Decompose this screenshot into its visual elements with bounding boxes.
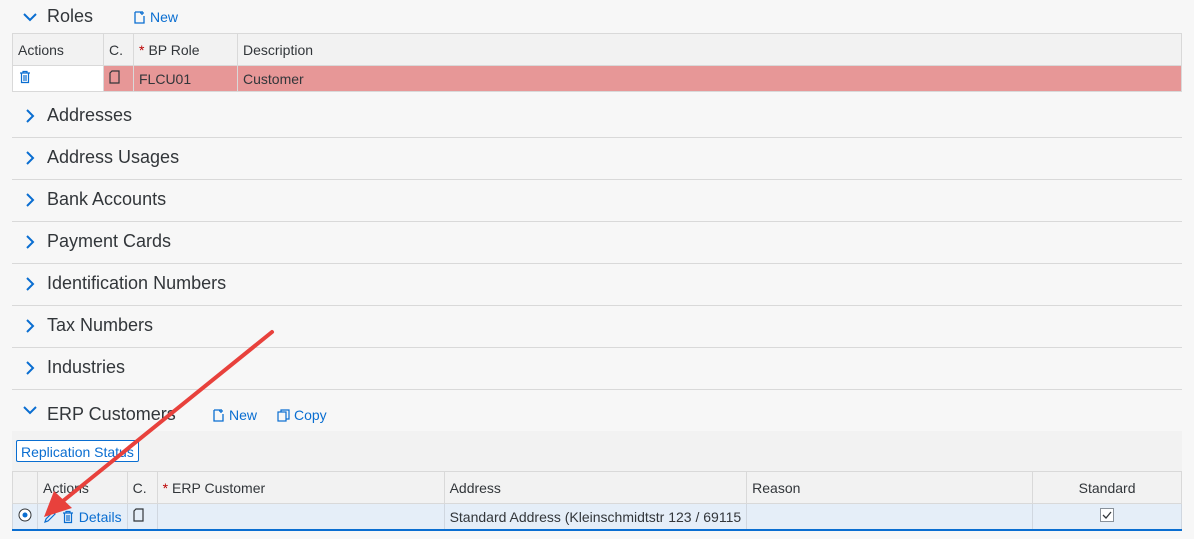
erp-title: ERP Customers: [47, 404, 176, 424]
change-cell: [103, 65, 134, 92]
chevron-right-icon[interactable]: [22, 318, 38, 334]
col-c: C.: [103, 33, 134, 66]
section-industries[interactable]: Industries: [12, 348, 1182, 390]
checkbox-checked-icon[interactable]: [1100, 508, 1115, 522]
chevron-right-icon[interactable]: [22, 192, 38, 208]
required-icon: *: [162, 479, 169, 496]
erp-table: Actions C. * ERP Customer Address Reason …: [12, 471, 1182, 531]
actions-cell: Details: [37, 503, 128, 531]
col-reason: Reason: [746, 471, 1034, 504]
chevron-right-icon[interactable]: [22, 360, 38, 376]
section-title: Industries: [47, 357, 126, 377]
chevron-down-icon[interactable]: [22, 9, 38, 25]
select-cell[interactable]: [12, 503, 38, 531]
new-icon: [134, 11, 145, 24]
roles-table: Actions C. * BP Role Description FLCU01 C…: [12, 33, 1182, 92]
erp-header-row: Actions C. * ERP Customer Address Reason …: [12, 471, 1182, 504]
section-title: Addresses: [47, 105, 133, 125]
new-icon: [213, 409, 224, 422]
address-value: Standard Address (Kleinschmidtstr 123 / …: [443, 503, 748, 531]
erp-section-header[interactable]: ERP Customers: [12, 390, 1182, 431]
col-select: [12, 471, 38, 504]
erp-copy-button[interactable]: Copy: [277, 407, 327, 423]
section-identification-numbers[interactable]: Identification Numbers: [12, 264, 1182, 306]
col-bp-role-label: BP Role: [148, 41, 200, 58]
delete-icon[interactable]: [18, 70, 32, 84]
radio-selected-icon[interactable]: [18, 508, 32, 522]
chevron-right-icon[interactable]: [22, 234, 38, 250]
col-address: Address: [443, 471, 748, 504]
bp-role-value[interactable]: FLCU01: [133, 65, 238, 92]
erp-customer-value[interactable]: [156, 503, 445, 531]
required-icon: *: [139, 41, 145, 58]
standard-cell: [1032, 503, 1182, 531]
section-title: Tax Numbers: [47, 315, 154, 335]
edit-icon[interactable]: [43, 510, 57, 524]
chevron-down-icon[interactable]: [22, 402, 38, 418]
reason-value: [746, 503, 1034, 531]
section-payment-cards[interactable]: Payment Cards: [12, 222, 1182, 264]
section-title: Payment Cards: [47, 231, 172, 251]
roles-new-label: New: [150, 9, 179, 25]
table-row[interactable]: Details Standard Address (Kleinschmidtst…: [12, 503, 1182, 531]
chevron-right-icon[interactable]: [22, 108, 38, 124]
actions-cell: [12, 65, 104, 92]
description-value: Customer: [237, 65, 1182, 92]
section-title: Identification Numbers: [47, 273, 227, 293]
erp-new-label: New: [229, 407, 258, 423]
erp-toolbar: [12, 431, 1182, 472]
details-link[interactable]: Details: [79, 509, 122, 525]
chevron-right-icon[interactable]: [22, 276, 38, 292]
chevron-right-icon[interactable]: [22, 150, 38, 166]
section-title: Address Usages: [47, 147, 180, 167]
section-title: Bank Accounts: [47, 189, 167, 209]
erp-new-button[interactable]: New: [212, 407, 257, 423]
col-erp-customer-label: ERP Customer: [172, 479, 266, 496]
section-addresses[interactable]: Addresses: [12, 96, 1182, 138]
section-bank-accounts[interactable]: Bank Accounts: [12, 180, 1182, 222]
document-icon: [109, 70, 120, 84]
change-cell: [126, 503, 158, 531]
copy-icon: [277, 409, 290, 422]
replication-status-button[interactable]: Replication Status: [16, 440, 139, 462]
col-description: Description: [237, 33, 1182, 66]
col-actions: Actions: [12, 33, 104, 66]
col-bp-role: * BP Role: [133, 33, 238, 66]
col-erp-customer: * ERP Customer: [156, 471, 445, 504]
col-c: C.: [126, 471, 158, 504]
roles-header-row: Actions C. * BP Role Description: [12, 33, 1182, 66]
document-icon: [132, 508, 144, 522]
delete-icon[interactable]: [61, 510, 75, 524]
table-row[interactable]: FLCU01 Customer: [12, 65, 1182, 92]
section-tax-numbers[interactable]: Tax Numbers: [12, 306, 1182, 348]
section-address-usages[interactable]: Address Usages: [12, 138, 1182, 180]
roles-title: Roles: [47, 6, 94, 26]
roles-new-button[interactable]: New: [133, 9, 178, 25]
erp-copy-label: Copy: [294, 407, 327, 423]
col-actions: Actions: [37, 471, 128, 504]
roles-section-header[interactable]: Roles: [12, 0, 1182, 33]
col-standard: Standard: [1032, 471, 1182, 504]
